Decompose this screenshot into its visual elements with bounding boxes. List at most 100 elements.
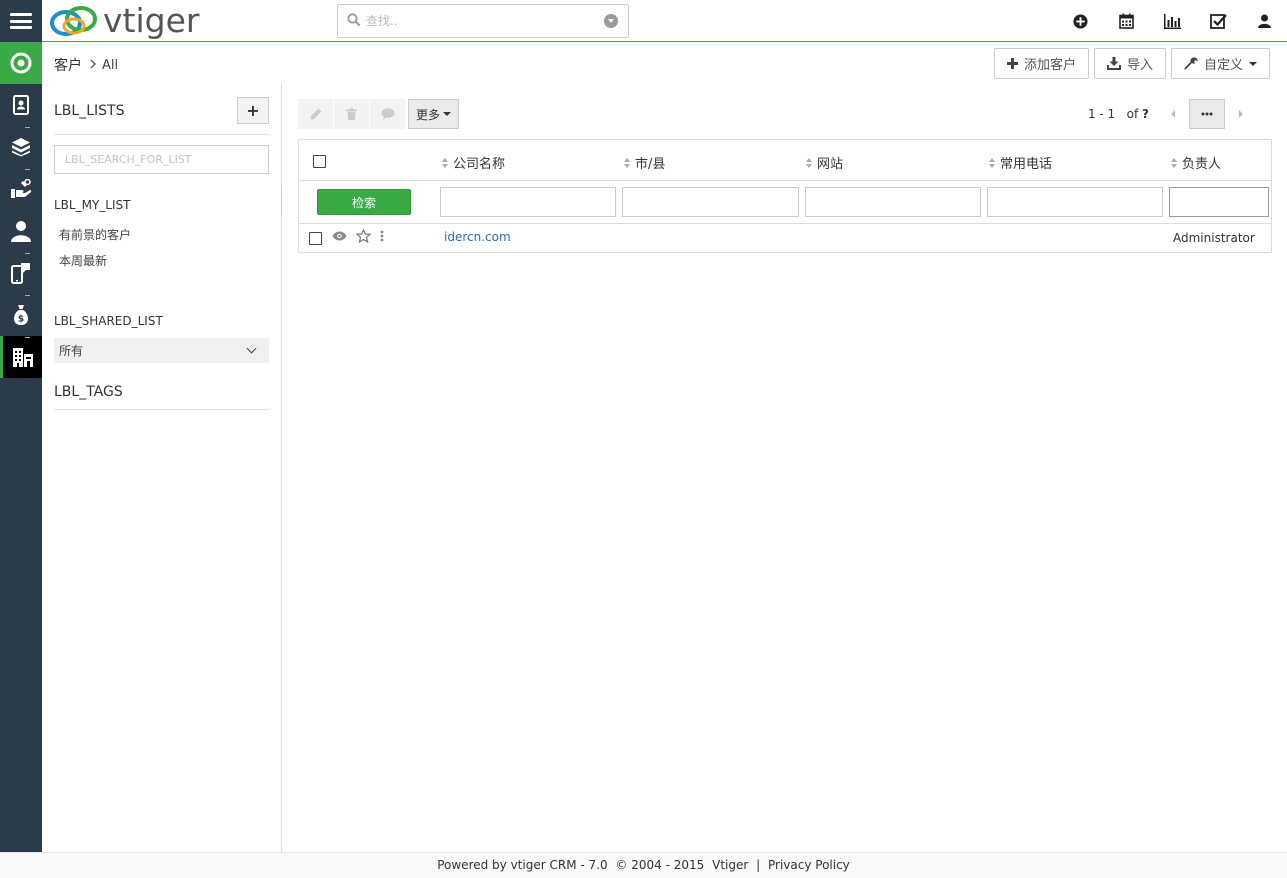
app-menu-button[interactable]	[0, 0, 42, 42]
table-header: 公司名称 市/县 网站 常用电话 负责人	[299, 140, 1271, 181]
page-count: 1 - 1 of ?	[1088, 107, 1149, 121]
my-list-item[interactable]: 本周最新	[59, 252, 107, 269]
customize-label: 自定义	[1203, 58, 1243, 73]
next-page-button[interactable]	[1225, 99, 1257, 129]
company-filter-input[interactable]	[440, 187, 616, 217]
user-menu-button[interactable]	[1241, 0, 1287, 42]
breadcrumb-bar: 客户 All 添加客户 导入 自定义	[42, 43, 1287, 84]
top-bar: vtiger	[0, 0, 1287, 42]
column-header-company[interactable]: 公司名称	[442, 153, 505, 172]
tags-heading: LBL_TAGS	[54, 384, 123, 400]
city-filter-input[interactable]	[622, 187, 799, 217]
my-list-heading: LBL_MY_LIST	[54, 198, 131, 212]
phone-filter-input[interactable]	[987, 187, 1163, 217]
main-content: 更多 1 - 1 of ? 公司名称 市/县 网站 常用电话 负责人 检索 id…	[282, 84, 1287, 852]
page-of-label: of	[1126, 107, 1139, 121]
app-sidebar: $	[0, 42, 42, 852]
sidebar-item-mobile[interactable]	[0, 252, 42, 294]
plus-circle-icon	[1072, 13, 1088, 29]
breadcrumb-module[interactable]: 客户	[54, 55, 82, 75]
customize-dropdown[interactable]: 自定义	[1170, 48, 1270, 79]
calendar-icon	[1118, 13, 1134, 29]
records-table: 公司名称 市/县 网站 常用电话 负责人 检索 idercn.com Admin…	[298, 139, 1272, 253]
delete-button[interactable]	[334, 99, 370, 129]
row-checkbox[interactable]	[309, 232, 322, 245]
list-panel: LBL_LISTS + LBL_MY_LIST 有前景的客户 本周最新 LBL_…	[42, 84, 282, 852]
edit-button[interactable]	[298, 99, 334, 129]
calendar-button[interactable]	[1103, 0, 1149, 42]
search-icon	[347, 13, 361, 27]
caret-left-icon	[1171, 110, 1175, 118]
divider	[54, 134, 269, 135]
logo-text: vtiger	[103, 1, 200, 40]
sidebar-item-home[interactable]	[0, 42, 42, 84]
ellipsis-icon	[1201, 112, 1213, 116]
global-search-input[interactable]	[366, 11, 596, 31]
row-actions	[332, 229, 384, 243]
sidebar-item-inventory[interactable]	[0, 126, 42, 168]
download-icon	[1106, 57, 1121, 70]
column-header-phone[interactable]: 常用电话	[989, 153, 1052, 172]
column-header-owner[interactable]: 负责人	[1171, 153, 1221, 172]
company-name-link[interactable]: idercn.com	[444, 230, 511, 244]
website-filter-input[interactable]	[805, 187, 981, 217]
sidebar-item-sales[interactable]: $	[0, 294, 42, 336]
sidebar-item-support[interactable]	[0, 168, 42, 210]
column-label: 网站	[817, 157, 844, 172]
breadcrumb-view[interactable]: All	[102, 58, 118, 73]
footer: Powered by vtiger CRM - 7.0 © 2004 - 201…	[0, 852, 1287, 878]
list-search-input[interactable]	[54, 145, 269, 174]
tasks-button[interactable]	[1195, 0, 1241, 42]
sidebar-item-accounts[interactable]	[0, 336, 42, 378]
prev-page-button[interactable]	[1157, 99, 1189, 129]
select-all-checkbox[interactable]	[313, 155, 326, 168]
global-search[interactable]	[337, 4, 629, 38]
column-header-city[interactable]: 市/县	[624, 153, 665, 172]
comment-button[interactable]	[370, 99, 406, 129]
my-list-item[interactable]: 有前景的客户	[59, 226, 131, 243]
caret-down-icon	[1249, 61, 1257, 66]
sort-icon	[1171, 157, 1177, 168]
quick-create-button[interactable]	[1057, 0, 1103, 42]
sidebar-item-contacts[interactable]	[0, 84, 42, 126]
column-header-website[interactable]: 网站	[806, 153, 843, 172]
divider	[54, 409, 269, 410]
contact-book-icon	[13, 95, 29, 115]
user-icon	[1257, 14, 1271, 28]
owner-cell: Administrator	[1173, 231, 1255, 245]
vtiger-logo[interactable]: vtiger	[48, 3, 199, 39]
footer-vtiger-link[interactable]: Vtiger	[712, 858, 748, 872]
column-label: 常用电话	[1000, 157, 1053, 172]
more-label: 更多	[415, 107, 440, 122]
footer-privacy-link[interactable]: Privacy Policy	[768, 858, 850, 872]
checkbox-icon	[1209, 14, 1227, 29]
home-target-icon	[10, 52, 32, 74]
reports-button[interactable]	[1149, 0, 1195, 42]
caret-right-icon	[1239, 110, 1243, 118]
eye-icon[interactable]	[332, 231, 347, 241]
bar-chart-icon	[1163, 13, 1181, 29]
comment-icon	[381, 108, 394, 120]
more-dropdown[interactable]: 更多	[408, 99, 459, 129]
shared-list-select[interactable]: 所有	[54, 338, 269, 363]
add-list-button[interactable]: +	[237, 97, 269, 124]
add-account-label: 添加客户	[1023, 58, 1076, 73]
more-vertical-icon[interactable]	[380, 230, 384, 242]
building-icon	[12, 348, 33, 367]
shared-list-selected: 所有	[59, 344, 84, 358]
mobile-chat-icon	[11, 263, 30, 284]
column-label: 公司名称	[453, 157, 506, 172]
chevron-down-circle-icon[interactable]	[604, 14, 618, 28]
column-label: 市/县	[635, 157, 666, 172]
owner-filter-input[interactable]	[1169, 187, 1269, 217]
search-button[interactable]: 检索	[317, 189, 411, 215]
footer-separator: |	[756, 858, 761, 872]
page-jump-button[interactable]	[1189, 99, 1225, 129]
page-total[interactable]: ?	[1142, 107, 1149, 121]
sort-icon	[806, 157, 812, 168]
sidebar-item-users[interactable]	[0, 210, 42, 252]
import-button[interactable]: 导入	[1093, 48, 1166, 79]
table-row[interactable]: idercn.com Administrator	[299, 224, 1271, 252]
add-account-button[interactable]: 添加客户	[993, 48, 1089, 79]
star-icon[interactable]	[356, 229, 371, 243]
